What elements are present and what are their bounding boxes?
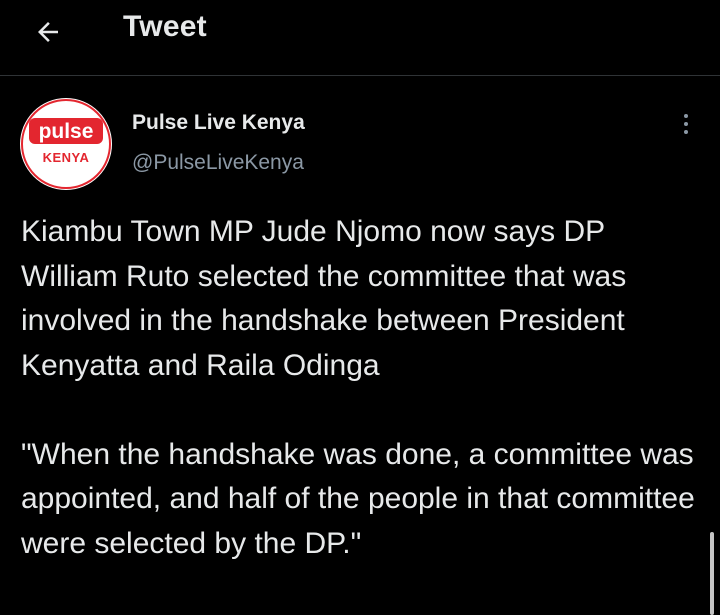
svg-text:KENYA: KENYA — [43, 150, 90, 165]
avatar[interactable]: pulse KENYA — [20, 98, 112, 190]
scrollbar-thumb[interactable] — [710, 532, 714, 615]
author-name[interactable]: Pulse Live Kenya — [132, 111, 305, 135]
author-handle[interactable]: @PulseLiveKenya — [132, 151, 304, 175]
arrow-left-icon — [38, 22, 58, 42]
tweet-paragraph: Kiambu Town MP Jude Njomo now says DP Wi… — [21, 215, 627, 382]
back-button[interactable] — [28, 12, 68, 52]
tweet-paragraph: "When the handshake was done, a committe… — [21, 437, 695, 560]
svg-text:pulse: pulse — [39, 120, 94, 143]
page-title: Tweet — [123, 10, 207, 43]
more-vertical-icon — [684, 114, 688, 134]
tweet-body: Kiambu Town MP Jude Njomo now says DP Wi… — [21, 210, 701, 566]
more-options-button[interactable] — [670, 108, 702, 140]
pulse-logo: pulse KENYA — [21, 99, 111, 189]
top-bar: Tweet — [0, 0, 720, 76]
